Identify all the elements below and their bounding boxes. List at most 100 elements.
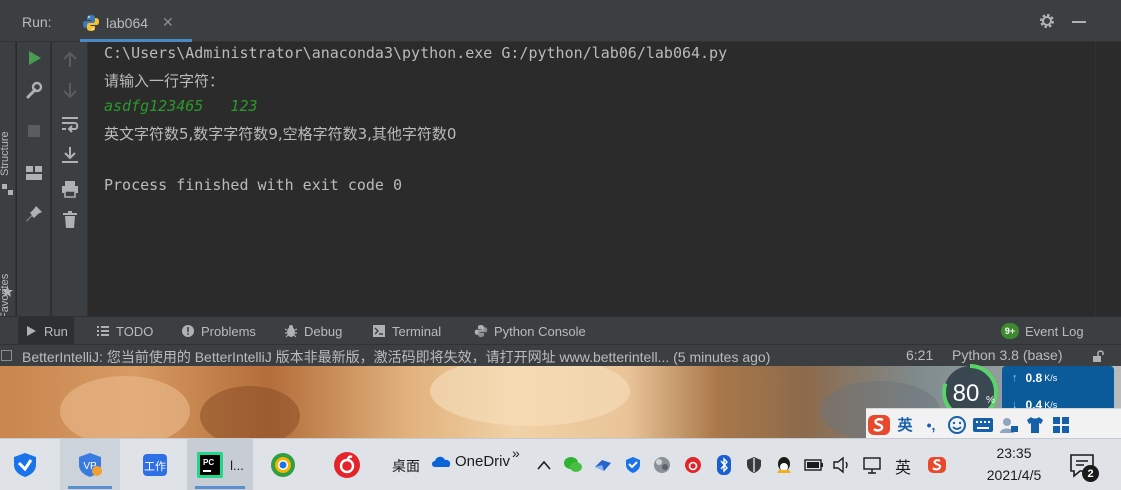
tray-sogou-icon[interactable] [927,455,947,475]
tab-close-icon[interactable]: ✕ [162,14,174,31]
taskbar-pycharm-app[interactable]: PC l... [187,439,253,490]
layout-icon[interactable] [24,163,44,183]
arrow-up-icon[interactable] [60,50,80,70]
run-tab-lab064[interactable]: lab064 ✕ [80,6,192,42]
ime-punctuation-toggle[interactable]: •, [919,413,943,437]
tray-volume-icon[interactable] [832,455,852,475]
tray-wechat-icon[interactable] [563,455,583,475]
tray-bluetooth-icon[interactable] [714,455,734,475]
tray-expand-chevron-icon[interactable] [534,455,554,475]
taskbar-security-app[interactable] [0,439,50,490]
stop-icon[interactable] [24,121,44,141]
network-speed-widget[interactable]: 80 % ↑ 0.8 K/s ↓ 0.4 K/s [936,358,1114,420]
tray-qq-icon[interactable] [774,455,794,475]
run-panel-label: Run: [22,14,52,30]
tray-input-language[interactable]: 英 [895,454,911,478]
rerun-icon[interactable] [24,48,44,68]
user-account-icon[interactable] [997,413,1021,437]
toolbar-overflow-chevron[interactable]: » [512,445,520,461]
run-tool-column [17,42,51,316]
run-icon [27,326,36,336]
tray-defender-icon[interactable] [744,455,764,475]
wallpaper-shadow [200,386,300,438]
structure-tab[interactable]: Structure [0,131,11,176]
tool-window-run-label: Run [44,323,68,339]
minimize-icon[interactable] [1072,21,1086,23]
tool-window-todo-label: TODO [116,323,154,339]
ime-toolbar: 英 •, [866,408,1121,440]
status-notification-message[interactable]: BetterIntelliJ: 您当前使用的 BetterIntelliJ 版本… [22,347,770,367]
pin-icon[interactable] [24,204,44,224]
taskbar-browser-app[interactable] [258,439,308,490]
status-caret-position[interactable]: 6:21 [906,347,933,363]
taskbar-pycharm-label: l... [230,457,244,473]
tray-battery-icon[interactable] [804,455,824,475]
sogou-logo-icon[interactable] [867,413,891,437]
console-output[interactable]: C:\Users\Administrator\anaconda3\python.… [89,42,1095,316]
console-tool-column [52,42,88,316]
windows-taskbar: VP 工作 PC l... 桌面 OneDriv » 英 23:35 2021/… [0,438,1121,490]
star-icon [2,286,13,297]
trash-icon[interactable] [60,210,80,230]
tool-window-problems-label: Problems [201,323,256,339]
console-command-line: C:\Users\Administrator\anaconda3\python.… [104,44,728,62]
upload-speed-value: 0.8 [1025,371,1043,385]
tool-window-run[interactable]: Run [18,317,74,345]
vpn-app-icon: VP [79,453,102,477]
tool-window-todo[interactable]: TODO [90,317,159,345]
tool-window-problems[interactable]: Problems [175,317,262,345]
shield-app-icon [14,453,36,477]
tool-window-python-console[interactable]: Python Console [468,317,592,345]
tray-network-icon[interactable] [862,455,882,475]
terminal-icon [373,325,385,337]
tool-window-event-log[interactable]: 9+ Event Log [995,317,1090,345]
taskbar-work-app[interactable]: 工作 [128,439,182,490]
console-scrollbar[interactable] [1095,42,1121,316]
browser-app-icon [271,453,295,477]
bug-icon [284,325,298,338]
info-icon [182,325,194,337]
ime-language-toggle[interactable]: 英 [893,413,917,437]
upload-speed-unit: K/s [1044,373,1058,383]
status-window-icon[interactable] [1,350,12,361]
taskbar-clock-date[interactable]: 2021/4/5 [974,467,1054,483]
todo-list-icon [97,326,109,336]
arrow-down-icon[interactable] [60,80,80,100]
tool-window-python-console-label: Python Console [494,323,586,339]
tool-window-debug-label: Debug [304,323,343,339]
print-icon[interactable] [60,179,80,199]
keyboard-icon[interactable] [971,413,995,437]
notification-count-badge: 2 [1082,465,1099,482]
run-tab-label: lab064 [106,14,149,31]
tool-window-event-log-label: Event Log [1025,323,1084,339]
console-prompt-line: 请输入一行字符： [104,72,225,90]
tray-cloud-sync-icon[interactable] [593,455,613,475]
tool-window-debug[interactable]: Debug [278,317,348,345]
console-exit-line: Process finished with exit code 0 [104,176,403,194]
skin-shirt-icon[interactable] [1023,413,1047,437]
network-usage-percent-unit: % [986,395,995,406]
taskbar-vpn-app[interactable]: VP [60,439,120,490]
taskbar-onedrive-toolbar[interactable]: OneDriv [430,449,510,473]
tool-window-terminal-label: Terminal [392,323,442,339]
taskbar-music-app[interactable] [322,439,372,490]
python-icon [83,14,99,31]
taskbar-clock-time[interactable]: 23:35 [986,445,1042,461]
gear-icon[interactable] [1038,12,1056,30]
python-console-icon [474,325,488,337]
tray-music-icon[interactable] [683,455,703,475]
wrench-icon[interactable] [24,80,44,100]
work-app-icon: 工作 [143,454,167,476]
soft-wrap-icon[interactable] [60,114,80,134]
side-tool-strip: Structure Favorites [0,42,16,319]
onedrive-cloud-icon [432,456,451,467]
scroll-to-end-icon[interactable] [60,145,80,165]
emoji-icon[interactable] [945,413,969,437]
tray-shield-icon[interactable] [623,455,643,475]
console-user-input-line: asdfg123465 123 [104,97,258,115]
wallpaper-highlight [430,366,630,426]
toolbox-grid-icon[interactable] [1049,413,1073,437]
tray-ball-icon[interactable] [652,455,672,475]
taskbar-desktop-toolbar[interactable]: 桌面 [392,456,420,476]
tool-window-terminal[interactable]: Terminal [366,317,447,345]
